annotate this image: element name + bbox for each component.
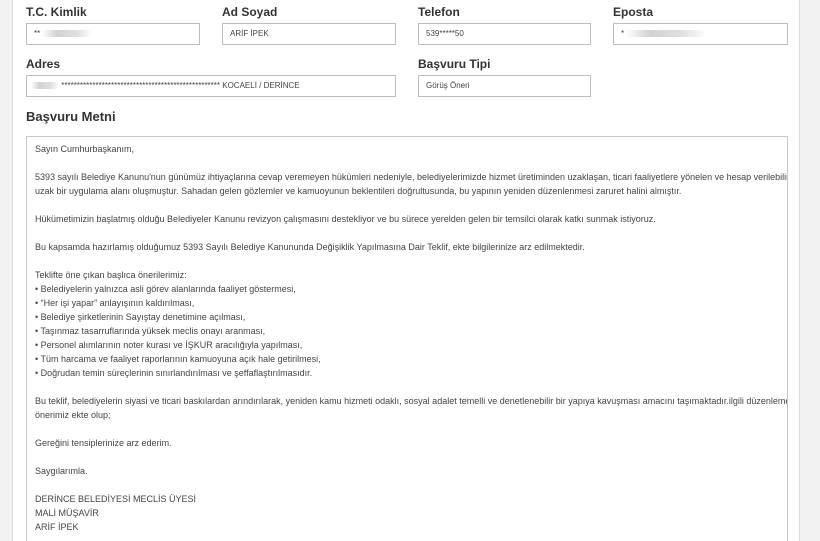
letter-list-item: • Belediyelerin yalnızca asli görev alan… [35, 284, 296, 294]
telefon-input[interactable]: 539*****50 [418, 23, 591, 45]
letter-list-item: • Personel alımlarının noter kurası ve İ… [35, 340, 303, 350]
basvuru-metni-title: Başvuru Metni [26, 109, 116, 124]
basvuru-tipi-value: Görüş Öneri [426, 81, 470, 90]
redacted-blur [31, 82, 59, 90]
letter-list-item: • Tüm harcama ve faaliyet raporlarının k… [35, 354, 321, 364]
letter-list-intro: Teklifte öne çıkan başlıca önerilerimiz: [35, 270, 187, 280]
letter-list-item: • Doğrudan temin süreçlerinin sınırlandı… [35, 368, 313, 378]
adres-label: Adres [26, 57, 61, 71]
letter-greeting: Sayın Cumhurbaşkanım, [35, 144, 135, 154]
letter-list-item: • “Her işi yapar” anlayışının kaldırılma… [35, 298, 195, 308]
letter-paragraph-2: Hükümetimizin başlatmış olduğu Belediyel… [35, 214, 656, 224]
telefon-label: Telefon [418, 5, 460, 19]
letter-signature-line-2: MALİ MÜŞAVİR [35, 508, 99, 518]
letter-closing: Saygılarımla. [35, 466, 88, 476]
letter-paragraph-4-line-2: önerimiz ekte olup; [35, 410, 111, 420]
redacted-blur [42, 30, 93, 38]
letter-paragraph-1-line-1: 5393 sayılı Belediye Kanunu'nun günümüz … [35, 172, 788, 182]
letter-list-item: • Belediye şirketlerinin Sayıştay deneti… [35, 312, 246, 322]
tc-kimlik-value: ** [34, 29, 41, 38]
ad-soyad-value: ARİF İPEK [230, 29, 269, 38]
eposta-label: Eposta [613, 5, 654, 19]
ad-soyad-label: Ad Soyad [222, 5, 278, 19]
tc-kimlik-label: T.C. Kimlik [26, 5, 87, 19]
eposta-input[interactable]: * [613, 23, 788, 45]
adres-value: ****************************************… [61, 81, 300, 90]
basvuru-tipi-input[interactable]: Görüş Öneri [418, 75, 591, 97]
letter-signature-line-1: DERİNCE BELEDİYESİ MECLİS ÜYESİ [35, 494, 197, 504]
letter-paragraph-1-line-2: uzak bir uygulama alanı oluşmuştur. Saha… [35, 186, 682, 196]
letter-paragraph-4-line-1: Bu teklif, belediyelerin siyasi ve ticar… [35, 396, 788, 406]
basvuru-metni-textarea[interactable]: Sayın Cumhurbaşkanım, 5393 sayılı Beledi… [26, 136, 788, 541]
letter-paragraph-5: Gereğini tensiplerinize arz ederim. [35, 438, 172, 448]
tc-kimlik-input[interactable]: ** [26, 23, 200, 45]
ad-soyad-input[interactable]: ARİF İPEK [222, 23, 396, 45]
adres-input[interactable]: ****************************************… [26, 75, 396, 97]
letter-signature-line-3: ARİF İPEK [35, 522, 79, 532]
eposta-value: * [621, 29, 625, 38]
letter-list-item: • Taşınmaz tasarruflarında yüksek meclis… [35, 326, 266, 336]
basvuru-tipi-label: Başvuru Tipi [418, 57, 491, 71]
letter-paragraph-3: Bu kapsamda hazırlamış olduğumuz 5393 Sa… [35, 242, 585, 252]
telefon-value: 539*****50 [426, 29, 464, 38]
redacted-blur [626, 30, 707, 38]
